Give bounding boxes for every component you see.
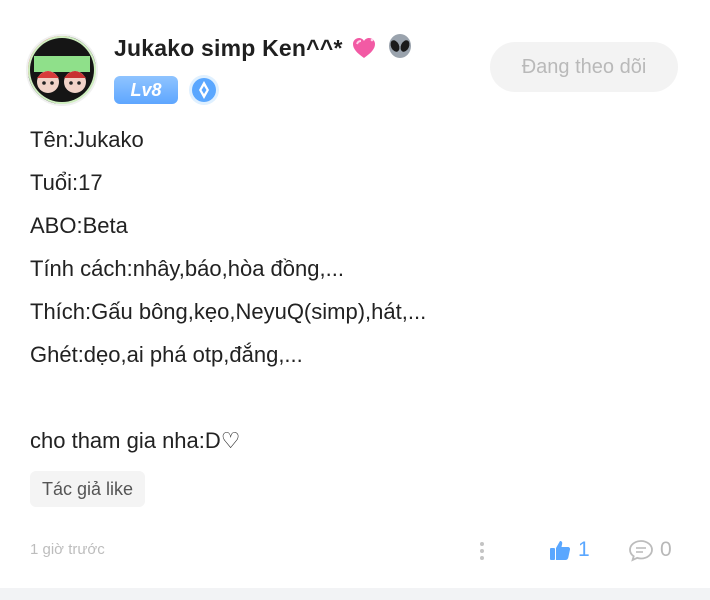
author-name-row[interactable]: Jukako simp Ken^^* [114, 34, 414, 66]
author-liked-tag: Tác giả like [30, 471, 146, 507]
author-avatar[interactable] [26, 34, 98, 106]
post-content: Tên:Jukako Tuổi:17 ABO:Beta Tính cách:nh… [30, 118, 680, 462]
content-line-dislikes: Ghét:dẹo,ai phá otp,đắng,... [30, 342, 303, 367]
like-button[interactable]: 1 [548, 538, 590, 562]
author-badges: Lv8 [114, 74, 220, 106]
content-line-personality: Tính cách:nhây,báo,hòa đồng,... [30, 256, 344, 281]
post-timestamp: 1 giờ trước [30, 541, 105, 558]
avatar-image [28, 36, 96, 104]
comment-count: 0 [660, 538, 672, 561]
post-header: Jukako simp Ken^^* Lv8 Đang theo dõi [26, 30, 686, 110]
following-button[interactable]: Đang theo dõi [490, 42, 678, 92]
droplet-badge-icon[interactable] [188, 74, 220, 106]
comment-bubble-icon [629, 540, 653, 562]
content-line-abo: ABO:Beta [30, 213, 128, 238]
thumbs-up-icon [550, 541, 571, 560]
more-options-icon[interactable] [476, 538, 488, 564]
level-badge[interactable]: Lv8 [114, 76, 178, 104]
author-name[interactable]: Jukako simp Ken^^* [114, 35, 343, 61]
post-divider [0, 588, 710, 600]
comment-button[interactable]: 0 [628, 538, 672, 562]
alien-icon [386, 34, 414, 66]
sparkling-heart-icon [351, 36, 377, 66]
content-line-name: Tên:Jukako [30, 127, 144, 152]
like-count: 1 [578, 538, 590, 561]
content-line-likes: Thích:Gấu bông,kẹo,NeyuQ(simp),hát,... [30, 299, 427, 324]
content-line-age: Tuổi:17 [30, 170, 103, 195]
content-closing-line: cho tham gia nha:D♡ [30, 428, 241, 453]
